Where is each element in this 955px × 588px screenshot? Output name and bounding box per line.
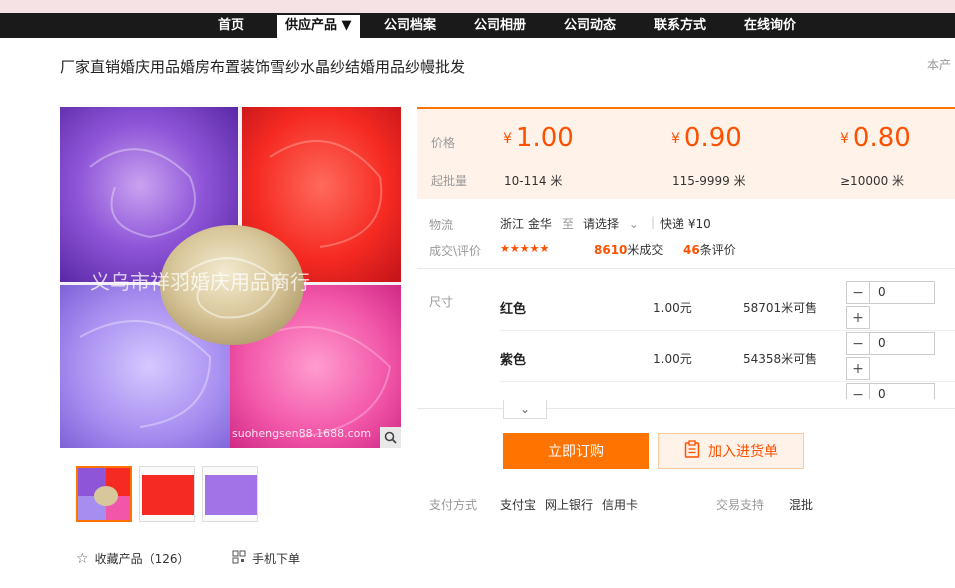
payment-credit: 信用卡 bbox=[602, 498, 639, 512]
express-fee: 快递 ¥10 bbox=[660, 217, 711, 231]
chevron-down-icon: ⌄ bbox=[519, 402, 531, 416]
nav-company-album[interactable]: 公司相册 bbox=[474, 13, 526, 38]
sku-row-3-clip: − 0 bbox=[846, 383, 935, 399]
quantity-stepper-purple: − 0 bbox=[846, 332, 935, 355]
price-tier-1: ¥1.00 bbox=[503, 123, 574, 153]
plus-button-purple[interactable]: + bbox=[846, 357, 870, 380]
quantity-input-3[interactable]: 0 bbox=[870, 383, 935, 399]
minus-button[interactable]: − bbox=[846, 332, 870, 355]
watermark-url: suohengsen88.1688.com bbox=[232, 427, 371, 440]
trade-support-label: 交易支持 bbox=[716, 498, 765, 512]
sku-stock-red: 58701米可售 bbox=[743, 301, 818, 315]
quantity-input-red[interactable]: 0 bbox=[870, 281, 935, 304]
add-to-cart-label: 加入进货单 bbox=[708, 444, 778, 460]
payment-alipay: 支付宝 bbox=[500, 498, 537, 512]
price-tier-3: ¥0.80 bbox=[840, 123, 911, 153]
sku-price-purple: 1.00元 bbox=[653, 352, 692, 366]
add-to-cart-button[interactable]: 加入进货单 bbox=[658, 433, 804, 469]
mobile-order-link[interactable]: 手机下单 bbox=[232, 550, 300, 567]
logistics-label: 物流 bbox=[429, 218, 454, 232]
trade-support-value: 混批 bbox=[789, 498, 814, 512]
sku-divider bbox=[500, 330, 955, 331]
sku-name-red: 红色 bbox=[500, 302, 527, 317]
corner-text: 本产 bbox=[927, 58, 952, 72]
divider bbox=[417, 408, 955, 409]
range-tier-3: ≥10000 米 bbox=[840, 174, 905, 188]
divider bbox=[417, 268, 955, 269]
clipboard-icon bbox=[684, 440, 700, 462]
order-now-button[interactable]: 立即订购 bbox=[503, 433, 649, 469]
logistics-to: 至 bbox=[562, 217, 575, 231]
main-product-image[interactable]: 义乌市祥羽婚庆用品商行 suohengsen88.1688.com bbox=[60, 107, 401, 448]
sku-divider bbox=[500, 381, 955, 382]
rating-stars: ★★★★★ bbox=[500, 242, 550, 255]
quantity-stepper-red: − 0 bbox=[846, 281, 935, 304]
plus-button-red[interactable]: + bbox=[846, 306, 870, 329]
deals-label: 成交\评价 bbox=[429, 244, 482, 258]
favorite-product-link[interactable]: ☆ 收藏产品（126） bbox=[76, 550, 189, 567]
top-banner-strip bbox=[0, 0, 955, 13]
star-outline-icon: ☆ bbox=[76, 550, 89, 567]
chevron-down-icon: ⌄ bbox=[628, 217, 639, 231]
thumbnail-3[interactable] bbox=[202, 466, 258, 522]
minus-button[interactable]: − bbox=[846, 281, 870, 304]
favorite-label: 收藏产品（126） bbox=[94, 552, 190, 566]
price-panel: 价格 起批量 ¥1.00 ¥0.90 ¥0.80 10-114 米 115-99… bbox=[417, 107, 955, 199]
destination-select[interactable]: 请选择 ⌄ bbox=[583, 215, 639, 232]
expand-sku-button[interactable]: ⌄ bbox=[503, 400, 547, 419]
thumbnail-1[interactable] bbox=[76, 466, 132, 522]
moq-label: 起批量 bbox=[431, 174, 468, 188]
deal-count[interactable]: 8610米成交 bbox=[594, 241, 663, 258]
review-count[interactable]: 46条评价 bbox=[683, 241, 736, 258]
product-title: 厂家直销婚庆用品婚房布置装饰雪纱水晶纱结婚用品纱幔批发 bbox=[60, 58, 466, 76]
price-label: 价格 bbox=[431, 136, 456, 150]
quantity-input-purple[interactable]: 0 bbox=[870, 332, 935, 355]
shop-navbar: 首页 供应产品 ▼ 公司档案 公司相册 公司动态 联系方式 在线询价 bbox=[0, 13, 955, 38]
size-label: 尺寸 bbox=[429, 295, 454, 309]
minus-button[interactable]: − bbox=[846, 383, 870, 399]
sku-stock-purple: 54358米可售 bbox=[743, 352, 818, 366]
nav-products[interactable]: 供应产品 ▼ bbox=[277, 15, 360, 38]
watermark-shop-name: 义乌市祥羽婚庆用品商行 bbox=[90, 270, 310, 294]
logistics-divider: | bbox=[651, 215, 656, 229]
zoom-icon[interactable] bbox=[380, 427, 401, 448]
thumbnail-2[interactable] bbox=[139, 466, 195, 522]
range-tier-1: 10-114 米 bbox=[504, 174, 563, 188]
nav-home[interactable]: 首页 bbox=[218, 13, 244, 38]
qr-code-icon bbox=[232, 550, 246, 567]
nav-company-news[interactable]: 公司动态 bbox=[564, 13, 616, 38]
nav-company-profile[interactable]: 公司档案 bbox=[384, 13, 436, 38]
payment-label: 支付方式 bbox=[429, 498, 478, 512]
nav-contact[interactable]: 联系方式 bbox=[654, 13, 706, 38]
mobile-order-label: 手机下单 bbox=[252, 552, 301, 566]
product-photo: 义乌市祥羽婚庆用品商行 suohengsen88.1688.com bbox=[60, 107, 401, 448]
nav-inquiry[interactable]: 在线询价 bbox=[744, 13, 796, 38]
price-tier-2: ¥0.90 bbox=[671, 123, 742, 153]
sku-price-red: 1.00元 bbox=[653, 301, 692, 315]
payment-bank: 网上银行 bbox=[545, 498, 594, 512]
sku-name-purple: 紫色 bbox=[500, 353, 527, 368]
range-tier-2: 115-9999 米 bbox=[672, 174, 746, 188]
logistics-origin: 浙江 金华 bbox=[500, 217, 552, 231]
